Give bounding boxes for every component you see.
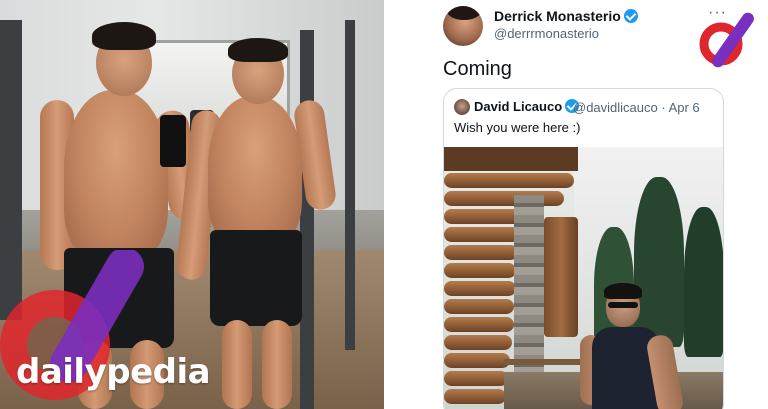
- quoted-tweet[interactable]: David Licauco @davidlicauco · Apr 6 Wish…: [443, 88, 724, 409]
- man-hair: [604, 283, 642, 299]
- cabin-log: [444, 173, 574, 188]
- cabin-log: [444, 263, 516, 278]
- gym-selfie-photo: [0, 0, 384, 409]
- cabin-log: [444, 245, 518, 260]
- verified-badge-icon: [623, 9, 638, 23]
- author-handle[interactable]: @derrrmonasterio: [494, 26, 599, 41]
- cabin-log: [444, 191, 564, 206]
- gym-machine-right: [300, 30, 314, 409]
- cabin-log: [444, 317, 514, 332]
- cabin-log: [444, 281, 516, 296]
- cabin-log: [444, 335, 512, 350]
- tweet-text: Coming: [443, 58, 512, 80]
- cabin-post: [544, 217, 578, 337]
- author-display-name[interactable]: Derrick Monasterio: [494, 8, 638, 24]
- shorts: [210, 230, 302, 326]
- phone: [160, 115, 186, 167]
- hair: [228, 38, 288, 62]
- cabin-log: [444, 389, 506, 404]
- pine-tree: [634, 177, 684, 347]
- quoted-avatar[interactable]: [454, 99, 470, 115]
- cabin-log: [444, 353, 510, 368]
- quoted-author-name-text: David Licauco: [474, 99, 563, 114]
- hair: [92, 22, 156, 50]
- quoted-photo[interactable]: [444, 147, 723, 409]
- torso: [64, 90, 168, 260]
- author-name-text: Derrick Monasterio: [494, 8, 621, 24]
- cabin-log: [444, 371, 508, 386]
- quoted-tweet-text: Wish you were here :): [454, 120, 581, 135]
- cabin-log: [444, 299, 514, 314]
- quoted-author-handle: @davidlicauco · Apr 6: [573, 100, 700, 115]
- leg: [262, 320, 292, 409]
- pine-tree: [684, 207, 723, 357]
- dailypedia-watermark-text: dailypedia: [16, 352, 211, 392]
- cabin-log: [444, 227, 520, 242]
- avatar[interactable]: [443, 6, 483, 46]
- quoted-author-name[interactable]: David Licauco: [474, 99, 580, 114]
- torso: [208, 96, 302, 246]
- leg: [222, 320, 252, 409]
- gym-machine-pole: [345, 20, 355, 350]
- dailypedia-corner-logo-icon: [699, 12, 754, 68]
- cabin-log: [444, 209, 524, 224]
- cabin-roof: [444, 147, 578, 171]
- sunglasses: [608, 302, 638, 308]
